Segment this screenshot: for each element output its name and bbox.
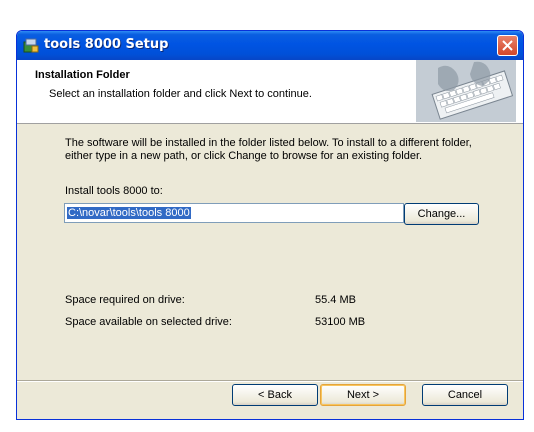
window-title: tools 8000 Setup <box>44 37 169 52</box>
close-icon <box>502 40 513 51</box>
space-available-label: Space available on selected drive: <box>65 316 232 328</box>
back-button[interactable]: < Back <box>232 384 318 406</box>
space-required-value: 55.4 MB <box>315 294 356 306</box>
banner-title: Installation Folder <box>35 69 130 81</box>
change-button[interactable]: Change... <box>404 203 479 225</box>
next-button[interactable]: Next > <box>320 384 406 406</box>
footer-divider <box>17 380 523 382</box>
keyboard-image <box>416 60 516 122</box>
close-button[interactable] <box>497 35 518 56</box>
install-path-input[interactable]: C:\novar\tools\tools 8000 <box>64 203 404 223</box>
setup-window: tools 8000 Setup Installation Folder Sel… <box>16 30 524 420</box>
banner-subtitle: Select an installation folder and click … <box>49 88 312 100</box>
title-bar: tools 8000 Setup <box>17 31 523 60</box>
install-to-label: Install tools 8000 to: <box>65 185 163 197</box>
description-text: The software will be installed in the fo… <box>65 137 472 162</box>
cancel-button[interactable]: Cancel <box>422 384 508 406</box>
space-available-value: 53100 MB <box>315 316 366 328</box>
installer-icon <box>23 38 39 53</box>
space-required-label: Space required on drive: <box>65 294 185 306</box>
install-path-value: C:\novar\tools\tools 8000 <box>67 207 191 219</box>
header-banner: Installation Folder Select an installati… <box>17 60 523 124</box>
